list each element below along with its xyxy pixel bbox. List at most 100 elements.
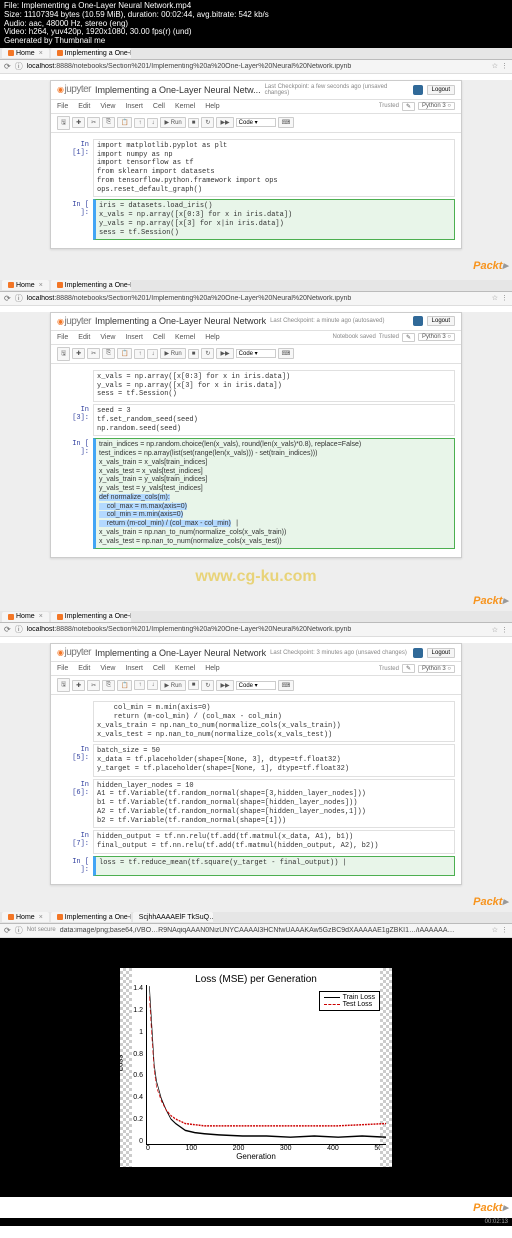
copy-icon[interactable]: ⎘ <box>102 348 115 359</box>
url-text[interactable]: localhost:8888/notebooks/Section%201/Imp… <box>27 626 488 633</box>
menu-help[interactable]: Help <box>205 665 219 672</box>
logout-button[interactable]: Logout <box>427 316 455 326</box>
save-icon[interactable]: 🖫 <box>57 347 70 361</box>
code-content[interactable]: hidden_layer_nodes = 10 A1 = tf.Variable… <box>93 779 455 829</box>
code-cell[interactable]: In [7]: hidden_output = tf.nn.relu(tf.ad… <box>57 830 455 854</box>
menu-view[interactable]: View <box>100 665 115 672</box>
code-cell[interactable]: In [3]: seed = 3 tf.set_random_seed(seed… <box>57 404 455 436</box>
cell-type-select[interactable]: Code ▾ <box>236 118 276 127</box>
menu-cell[interactable]: Cell <box>153 665 165 672</box>
notebook-title[interactable]: Implementing a One-Layer Neural Network <box>95 316 266 326</box>
not-secure-icon[interactable]: ⓘ <box>15 925 23 936</box>
info-icon[interactable]: ⓘ <box>15 624 23 635</box>
menu-view[interactable]: View <box>100 334 115 341</box>
code-cell[interactable]: x_vals = np.array([x[0:3] for x in iris.… <box>57 370 455 402</box>
trusted-label[interactable]: Trusted <box>379 103 399 109</box>
trusted-label[interactable]: Trusted <box>379 666 399 672</box>
copy-icon[interactable]: ⎘ <box>102 680 115 691</box>
paste-icon[interactable]: 📋 <box>117 117 132 128</box>
code-content[interactable]: x_vals = np.array([x[0:3] for x in iris.… <box>93 370 455 402</box>
star-icon[interactable]: ☆ <box>492 626 498 634</box>
code-content[interactable]: batch_size = 50 x_data = tf.placeholder(… <box>93 744 455 776</box>
menu-kernel[interactable]: Kernel <box>175 665 195 672</box>
code-cell[interactable]: col_min = m.min(axis=0) return (m-col_mi… <box>57 701 455 742</box>
code-content[interactable]: import matplotlib.pyplot as plt import n… <box>93 139 455 198</box>
code-content[interactable]: loss = tf.reduce_mean(tf.square(y_target… <box>93 856 455 876</box>
stop-icon[interactable]: ■ <box>188 118 200 128</box>
menu-view[interactable]: View <box>100 103 115 110</box>
close-icon[interactable]: × <box>39 613 43 620</box>
restart-icon[interactable]: ↻ <box>201 680 214 691</box>
add-cell-icon[interactable]: ✚ <box>72 680 85 691</box>
code-content[interactable]: iris = datasets.load_iris() x_vals = np.… <box>93 199 455 240</box>
stop-icon[interactable]: ■ <box>188 680 200 690</box>
code-cell[interactable]: In [1]: import matplotlib.pyplot as plt … <box>57 139 455 198</box>
save-icon[interactable]: 🖫 <box>57 116 70 130</box>
restart-run-icon[interactable]: ▶▶ <box>216 117 233 128</box>
run-button[interactable]: ▶ Run <box>160 117 185 128</box>
menu-file[interactable]: File <box>57 665 68 672</box>
reload-icon[interactable]: ⟳ <box>4 294 11 303</box>
star-icon[interactable]: ☆ <box>492 62 498 70</box>
code-cell-active[interactable]: In [ ]: train_indices = np.random.choice… <box>57 438 455 549</box>
tab-notebook[interactable]: Implementing a One-L…× <box>51 612 131 622</box>
edit-icon[interactable]: ✎ <box>402 664 415 673</box>
menu-file[interactable]: File <box>57 103 68 110</box>
close-icon[interactable]: × <box>39 282 43 289</box>
kernel-selector[interactable]: Python 3 ○ <box>418 102 455 110</box>
menu-kernel[interactable]: Kernel <box>175 334 195 341</box>
tab-notebook[interactable]: Implementing a One-L…× <box>51 280 131 290</box>
info-icon[interactable]: ⓘ <box>15 293 23 304</box>
menu-edit[interactable]: Edit <box>78 103 90 110</box>
move-down-icon[interactable]: ↓ <box>147 118 158 128</box>
menu-insert[interactable]: Insert <box>125 103 143 110</box>
code-content[interactable]: seed = 3 tf.set_random_seed(seed) np.ran… <box>93 404 455 436</box>
menu-icon[interactable]: ⋮ <box>501 294 508 302</box>
tab-notebook[interactable]: Implementing a One-L…× <box>51 912 131 922</box>
run-button[interactable]: ▶ Run <box>160 680 185 691</box>
star-icon[interactable]: ☆ <box>492 926 498 934</box>
url-text[interactable]: localhost:8888/notebooks/Section%201/Imp… <box>27 295 488 302</box>
copy-icon[interactable]: ⎘ <box>102 117 115 128</box>
kernel-selector[interactable]: Python 3 ○ <box>418 333 455 341</box>
paste-icon[interactable]: 📋 <box>117 680 132 691</box>
code-cell-active[interactable]: In [ ]: loss = tf.reduce_mean(tf.square(… <box>57 856 455 876</box>
edit-icon[interactable]: ✎ <box>402 102 415 111</box>
reload-icon[interactable]: ⟳ <box>4 625 11 634</box>
move-down-icon[interactable]: ↓ <box>147 680 158 690</box>
tab-home[interactable]: Home× <box>2 912 49 922</box>
restart-run-icon[interactable]: ▶▶ <box>216 680 233 691</box>
restart-icon[interactable]: ↻ <box>201 117 214 128</box>
url-text[interactable]: localhost:8888/notebooks/Section%201/Imp… <box>27 63 488 70</box>
menu-file[interactable]: File <box>57 334 68 341</box>
reload-icon[interactable]: ⟳ <box>4 62 11 71</box>
menu-cell[interactable]: Cell <box>153 334 165 341</box>
code-cell[interactable]: In [6]: hidden_layer_nodes = 10 A1 = tf.… <box>57 779 455 829</box>
tab-home[interactable]: Home× <box>2 280 49 290</box>
jupyter-logo[interactable]: jupyter <box>57 84 91 95</box>
menu-edit[interactable]: Edit <box>78 665 90 672</box>
cell-type-select[interactable]: Code ▾ <box>236 681 276 690</box>
restart-icon[interactable]: ↻ <box>201 348 214 359</box>
move-up-icon[interactable]: ↑ <box>134 349 145 359</box>
code-content[interactable]: train_indices = np.random.choice(len(x_v… <box>93 438 455 549</box>
add-cell-icon[interactable]: ✚ <box>72 117 85 128</box>
menu-insert[interactable]: Insert <box>125 665 143 672</box>
cut-icon[interactable]: ✂ <box>87 117 100 128</box>
info-icon[interactable]: ⓘ <box>15 61 23 72</box>
menu-kernel[interactable]: Kernel <box>175 103 195 110</box>
notebook-title[interactable]: Implementing a One-Layer Neural Netw... <box>95 85 261 95</box>
tab-notebook[interactable]: Implementing a One-L…× <box>51 48 131 58</box>
close-icon[interactable]: × <box>39 50 43 57</box>
close-icon[interactable]: × <box>39 914 43 921</box>
jupyter-logo[interactable]: jupyter <box>57 316 91 327</box>
move-down-icon[interactable]: ↓ <box>147 349 158 359</box>
restart-run-icon[interactable]: ▶▶ <box>216 348 233 359</box>
star-icon[interactable]: ☆ <box>492 294 498 302</box>
command-palette-icon[interactable]: ⌨ <box>278 680 295 691</box>
stop-icon[interactable]: ■ <box>188 349 200 359</box>
move-up-icon[interactable]: ↑ <box>134 680 145 690</box>
paste-icon[interactable]: 📋 <box>117 348 132 359</box>
cell-type-select[interactable]: Code ▾ <box>236 349 276 358</box>
menu-icon[interactable]: ⋮ <box>501 926 508 934</box>
